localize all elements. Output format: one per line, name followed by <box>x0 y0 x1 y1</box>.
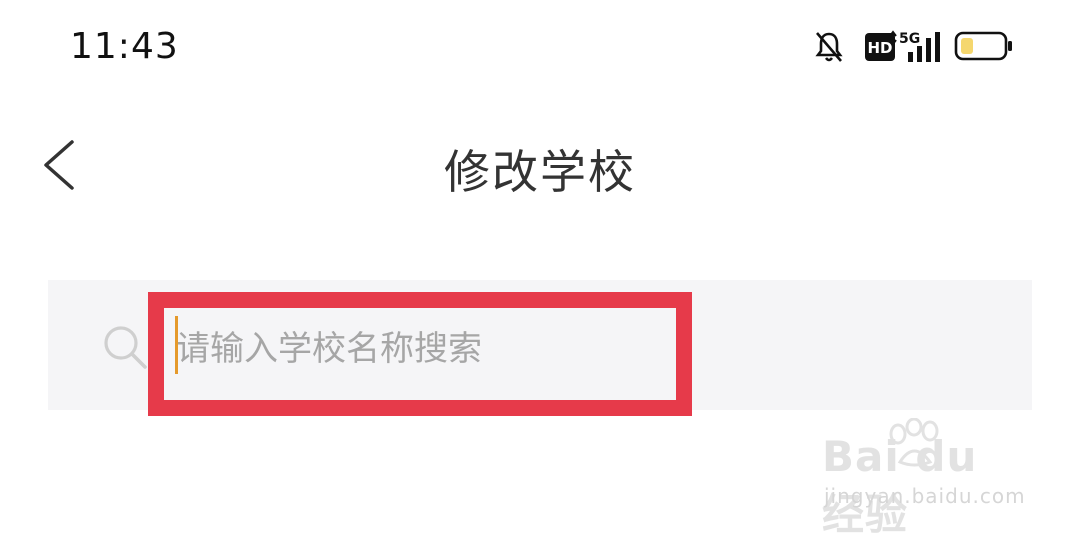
status-time: 11:43 <box>70 26 179 67</box>
network-label: 5G <box>899 31 920 47</box>
text-caret <box>175 316 178 374</box>
search-input[interactable] <box>164 304 684 394</box>
nav-bar: 修改学校 <box>0 120 1080 210</box>
battery-icon <box>954 31 1012 61</box>
search-bar[interactable] <box>48 280 1032 410</box>
watermark: Bai du 经验 jingyan.baidu.com <box>822 418 1025 539</box>
page-title: 修改学校 <box>444 145 636 199</box>
status-bar: 11:43 HD 5G <box>0 0 1080 96</box>
signal-icon: 5G <box>889 30 940 62</box>
search-icon <box>104 326 147 369</box>
bell-off-icon <box>815 32 843 62</box>
watermark-url: jingyan.baidu.com <box>824 484 1026 508</box>
